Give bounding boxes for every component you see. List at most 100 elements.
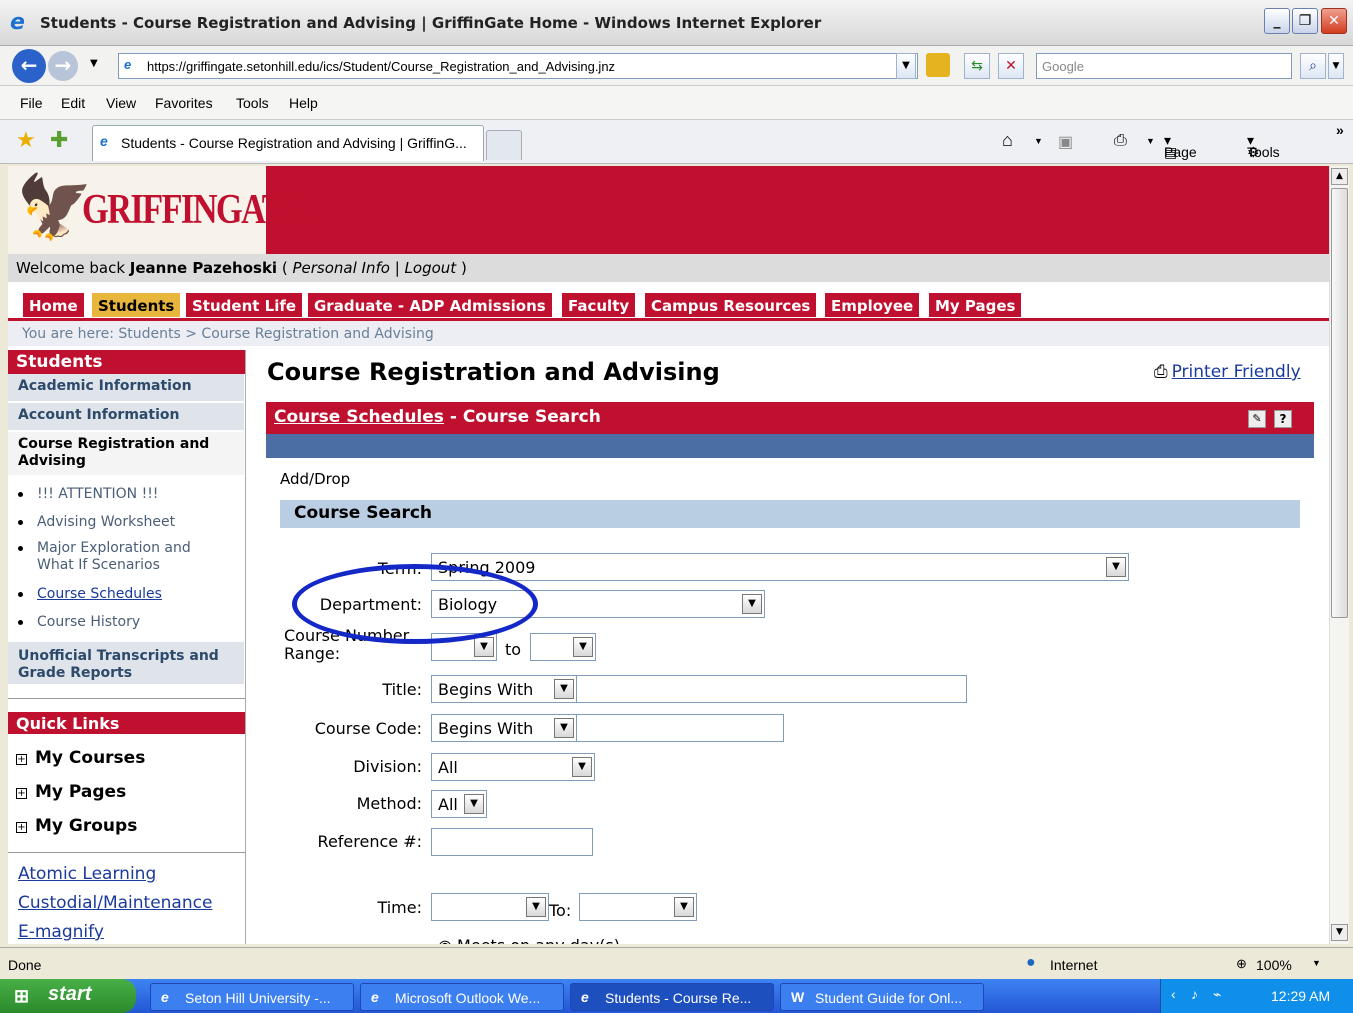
logout-link[interactable]: Logout bbox=[405, 259, 457, 277]
new-tab-button[interactable] bbox=[486, 130, 522, 160]
course-number-to-select[interactable]: ▼ bbox=[530, 633, 596, 661]
tools-menu-button[interactable]: ⚙ Tools ▾ bbox=[1247, 132, 1280, 160]
zoom-dropdown-icon[interactable]: ▼ bbox=[1312, 958, 1321, 968]
nav-tab-student-life[interactable]: Student Life bbox=[185, 292, 304, 318]
sidebar-item-academic-information[interactable]: Academic Information bbox=[8, 374, 244, 403]
back-button[interactable]: ← bbox=[12, 49, 46, 83]
taskbar-item-students[interactable]: e Students - Course Re... bbox=[570, 983, 774, 1011]
link-atomic-learning[interactable]: Atomic Learning bbox=[18, 864, 156, 884]
minimize-button[interactable]: _ bbox=[1264, 8, 1290, 34]
method-select[interactable]: All ▼ bbox=[431, 790, 487, 818]
restore-button[interactable]: ❐ bbox=[1292, 8, 1318, 34]
scroll-down-button[interactable]: ▼ bbox=[1331, 924, 1348, 941]
start-button[interactable]: ⊞ start bbox=[0, 979, 136, 1013]
scroll-thumb[interactable] bbox=[1331, 188, 1348, 618]
sidebar-subitem-advising-worksheet[interactable]: Advising Worksheet bbox=[18, 514, 175, 531]
course-code-input[interactable] bbox=[576, 714, 784, 742]
chevron-more-icon[interactable]: » bbox=[1336, 122, 1344, 138]
meets-any-day-radio[interactable]: ◉ Meets on any day(s) bbox=[438, 936, 620, 944]
sidebar-subitem-attention[interactable]: !!! ATTENTION !!! bbox=[18, 486, 158, 503]
time-from-select[interactable]: ▼ bbox=[431, 893, 549, 921]
sidebar-item-account-information[interactable]: Account Information bbox=[8, 403, 244, 432]
add-favorite-icon[interactable]: ✚ bbox=[50, 128, 68, 153]
clock[interactable]: 12:29 AM bbox=[1271, 988, 1330, 1004]
menu-edit[interactable]: Edit bbox=[61, 95, 85, 111]
course-code-mode-select[interactable]: Begins With ▼ bbox=[431, 714, 577, 742]
division-select[interactable]: All ▼ bbox=[431, 753, 595, 781]
tray-expand-icon[interactable]: ‹ bbox=[1171, 986, 1176, 1002]
time-to-select[interactable]: ▼ bbox=[579, 893, 697, 921]
chevron-down-icon[interactable]: ▼ bbox=[464, 794, 484, 814]
chevron-down-icon[interactable]: ▼ bbox=[554, 718, 574, 738]
term-select[interactable]: Spring 2009 ▼ bbox=[431, 553, 1129, 581]
nav-tab-my-pages[interactable]: My Pages bbox=[928, 292, 1023, 318]
course-schedules-link[interactable]: Course Schedules bbox=[274, 407, 444, 427]
menu-file[interactable]: File bbox=[20, 95, 43, 111]
menu-help[interactable]: Help bbox=[289, 95, 318, 111]
sidebar-item-transcripts[interactable]: Unofficial Transcripts and Grade Reports bbox=[8, 640, 244, 686]
title-input[interactable] bbox=[576, 675, 967, 703]
chevron-down-icon[interactable]: ▼ bbox=[573, 637, 593, 657]
search-button[interactable]: ⌕ bbox=[1300, 53, 1326, 79]
url-dropdown-button[interactable]: ▼ bbox=[896, 53, 916, 79]
page-menu-button[interactable]: ▤ Page ▾ bbox=[1164, 132, 1197, 160]
stop-button[interactable]: ✕ bbox=[998, 53, 1024, 79]
personal-info-link[interactable]: Personal Info bbox=[292, 259, 389, 277]
printer-friendly-link[interactable]: ⎙ Printer Friendly bbox=[1154, 362, 1301, 382]
zoom-level[interactable]: 100% bbox=[1256, 957, 1292, 973]
radio-icon[interactable]: ◉ bbox=[438, 936, 457, 944]
nav-tab-faculty[interactable]: Faculty bbox=[561, 292, 637, 318]
lock-icon[interactable] bbox=[926, 53, 950, 77]
taskbar-item-student-guide[interactable]: W Student Guide for Onl... bbox=[780, 983, 984, 1011]
link-custodial-maintenance[interactable]: Custodial/Maintenance bbox=[18, 893, 212, 913]
portlet-settings-icon[interactable]: ✎ bbox=[1248, 410, 1266, 428]
chevron-down-icon[interactable]: ▼ bbox=[554, 679, 574, 699]
portlet-help-icon[interactable]: ? bbox=[1274, 410, 1292, 428]
quick-link-my-groups[interactable]: + My Groups bbox=[16, 816, 137, 836]
reference-input[interactable] bbox=[431, 828, 593, 856]
menu-favorites[interactable]: Favorites bbox=[155, 95, 213, 111]
menu-view[interactable]: View bbox=[106, 95, 136, 111]
link-e-magnify[interactable]: E-magnify bbox=[18, 922, 104, 942]
volume-icon[interactable]: ♪ bbox=[1191, 986, 1198, 1002]
expand-icon[interactable]: + bbox=[16, 822, 27, 833]
history-dropdown-icon[interactable]: ▼ bbox=[90, 58, 98, 69]
favorites-star-icon[interactable]: ★ bbox=[16, 128, 36, 153]
url-input[interactable]: e https://griffingate.setonhill.edu/ics/… bbox=[118, 53, 918, 79]
browser-tab-active[interactable]: e Students - Course Registration and Adv… bbox=[92, 125, 484, 161]
sidebar-subitem-course-history[interactable]: Course History bbox=[18, 614, 140, 631]
search-input[interactable]: Google bbox=[1036, 53, 1292, 79]
taskbar-item-seton-hill[interactable]: e Seton Hill University -... bbox=[150, 983, 354, 1011]
chevron-down-icon[interactable]: ▼ bbox=[474, 637, 494, 657]
title-mode-select[interactable]: Begins With ▼ bbox=[431, 675, 577, 703]
print-dropdown-icon[interactable]: ▼ bbox=[1146, 136, 1155, 146]
chevron-down-icon[interactable]: ▼ bbox=[572, 757, 592, 777]
chevron-down-icon[interactable]: ▼ bbox=[742, 594, 762, 614]
chevron-down-icon[interactable]: ▼ bbox=[1106, 557, 1126, 577]
quick-link-my-pages[interactable]: + My Pages bbox=[16, 782, 126, 802]
home-dropdown-icon[interactable]: ▼ bbox=[1034, 136, 1043, 146]
site-logo[interactable]: 🦅 GRIFFINGATE bbox=[8, 166, 306, 254]
expand-icon[interactable]: + bbox=[16, 754, 27, 765]
refresh-button[interactable]: ⇆ bbox=[964, 53, 990, 79]
taskbar-item-outlook[interactable]: e Microsoft Outlook We... bbox=[360, 983, 564, 1011]
scroll-up-button[interactable]: ▲ bbox=[1331, 168, 1348, 185]
nav-tab-employee[interactable]: Employee bbox=[824, 292, 921, 318]
close-button[interactable]: ✕ bbox=[1321, 8, 1347, 34]
feeds-icon[interactable]: ▣ bbox=[1058, 132, 1073, 152]
home-icon[interactable]: ⌂ bbox=[1002, 130, 1013, 151]
search-options-button[interactable]: ▼ bbox=[1328, 53, 1344, 79]
expand-icon[interactable]: + bbox=[16, 788, 27, 799]
menu-tools[interactable]: Tools bbox=[236, 95, 269, 111]
sidebar-subitem-major-exploration[interactable]: Major Exploration and What If Scenarios bbox=[18, 540, 227, 574]
vertical-scrollbar[interactable]: ▲ ▼ bbox=[1329, 166, 1349, 944]
add-drop-link[interactable]: Add/Drop bbox=[280, 470, 350, 488]
network-icon[interactable]: ⌁ bbox=[1213, 986, 1221, 1003]
chevron-down-icon[interactable]: ▼ bbox=[526, 897, 546, 917]
quick-link-my-courses[interactable]: + My Courses bbox=[16, 748, 145, 768]
nav-tab-campus-resources[interactable]: Campus Resources bbox=[644, 292, 818, 318]
nav-tab-students[interactable]: Students bbox=[91, 292, 182, 318]
sidebar-subitem-course-schedules[interactable]: Course Schedules bbox=[18, 586, 162, 603]
chevron-down-icon[interactable]: ▼ bbox=[674, 897, 694, 917]
zoom-icon[interactable]: ⊕ bbox=[1236, 956, 1247, 972]
